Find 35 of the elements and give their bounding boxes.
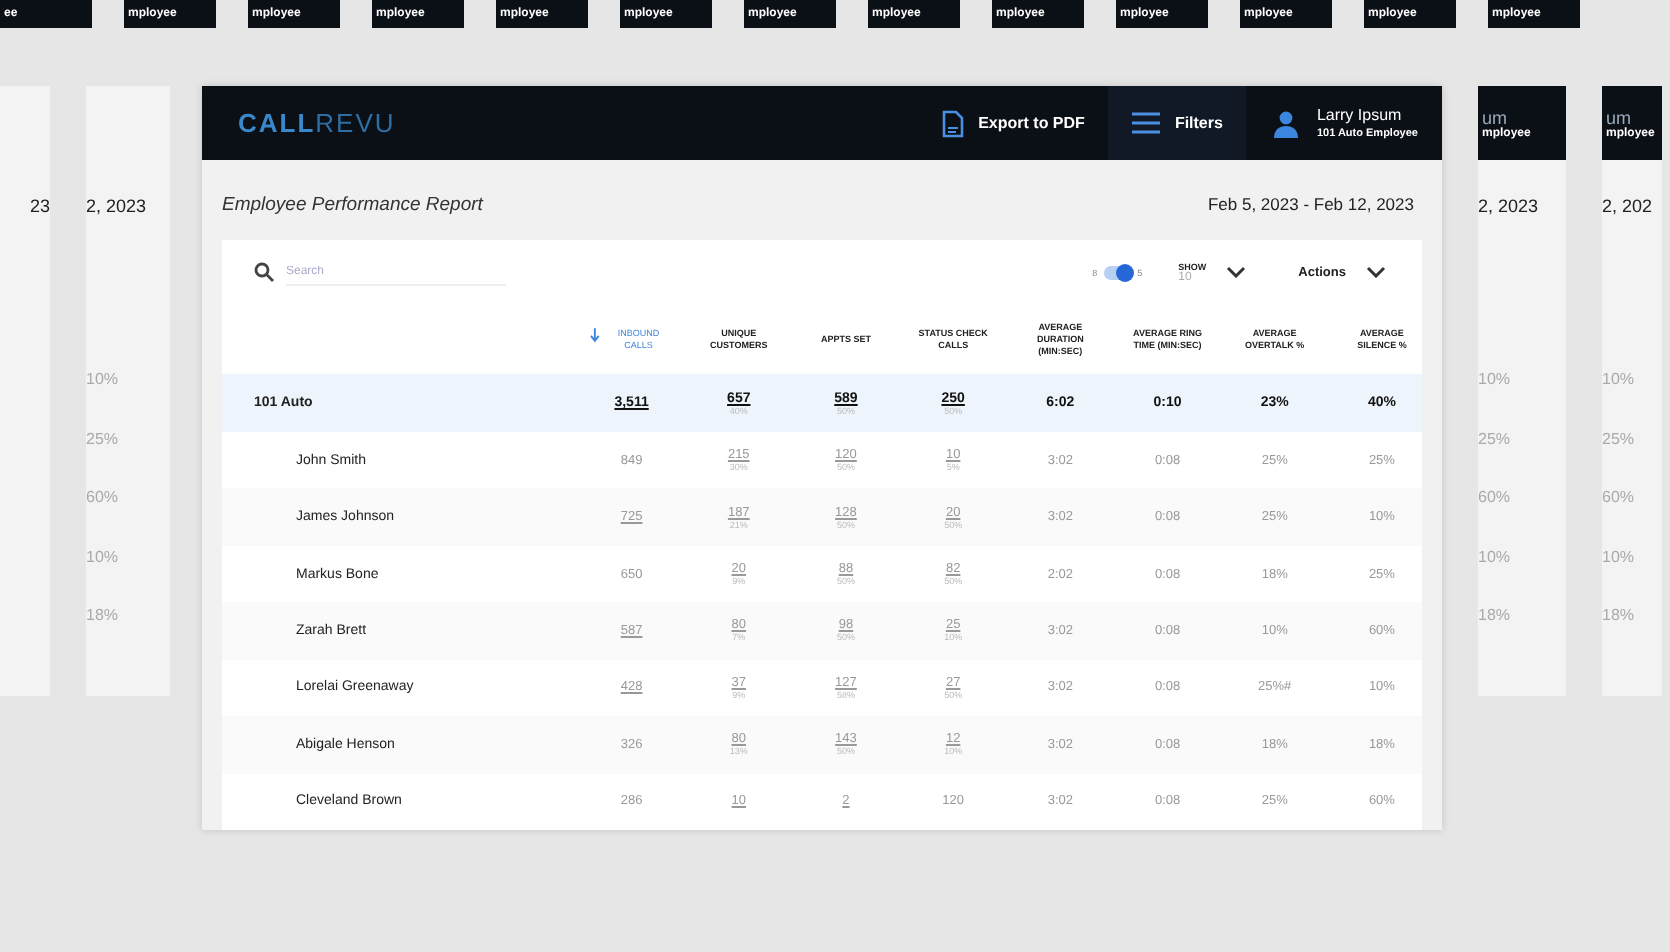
ghost-value: 10% xyxy=(86,370,121,392)
ghost-value: 60% xyxy=(1478,488,1513,510)
ghost-value: 60% xyxy=(1602,488,1637,510)
nav-button[interactable]: Export to PDF xyxy=(918,86,1109,160)
ghost-value: 25% xyxy=(86,429,121,451)
user-name: Larry Ipsum xyxy=(1316,106,1404,124)
sort-arrow-icon xyxy=(589,328,600,343)
ghost-date: 2, 2023 xyxy=(1478,196,1541,216)
ghost-date: 2, 202 xyxy=(1602,196,1655,216)
ghost-value: 60% xyxy=(86,488,121,510)
ghost-value: 10% xyxy=(1602,370,1637,392)
user-icon xyxy=(1274,109,1299,137)
logo[interactable]: CALLREVU xyxy=(238,108,396,138)
menu-icon xyxy=(1132,112,1161,134)
ghost-value: 25% xyxy=(1602,429,1637,451)
document-icon xyxy=(942,109,965,137)
ghost-text: um xyxy=(1606,107,1632,127)
search-icon xyxy=(254,262,274,283)
chevron-down-icon xyxy=(1366,266,1386,279)
ghost-value: 10% xyxy=(1478,370,1513,392)
ghost-value: 18% xyxy=(1478,606,1513,628)
ghost-value: 10% xyxy=(86,547,121,569)
nav-button[interactable]: Filters xyxy=(1108,86,1247,160)
ghost-value: 10% xyxy=(1602,547,1637,569)
ghost-value: 25% xyxy=(1478,429,1513,451)
ghost-value: 18% xyxy=(86,606,121,628)
chevron-down-icon xyxy=(1226,266,1247,279)
ghost-date: 2, 2023 xyxy=(86,196,149,216)
report-title: Employee Performance Report xyxy=(222,194,483,216)
date-range: Feb 5, 2023 - Feb 12, 2023 xyxy=(1207,194,1414,216)
ghost-text: um xyxy=(1482,107,1508,127)
ghost-value: 10% xyxy=(1478,547,1513,569)
toggle-switch[interactable] xyxy=(1103,265,1132,280)
ghost-value: 18% xyxy=(1602,606,1637,628)
ghost-date: 23 xyxy=(29,196,50,216)
